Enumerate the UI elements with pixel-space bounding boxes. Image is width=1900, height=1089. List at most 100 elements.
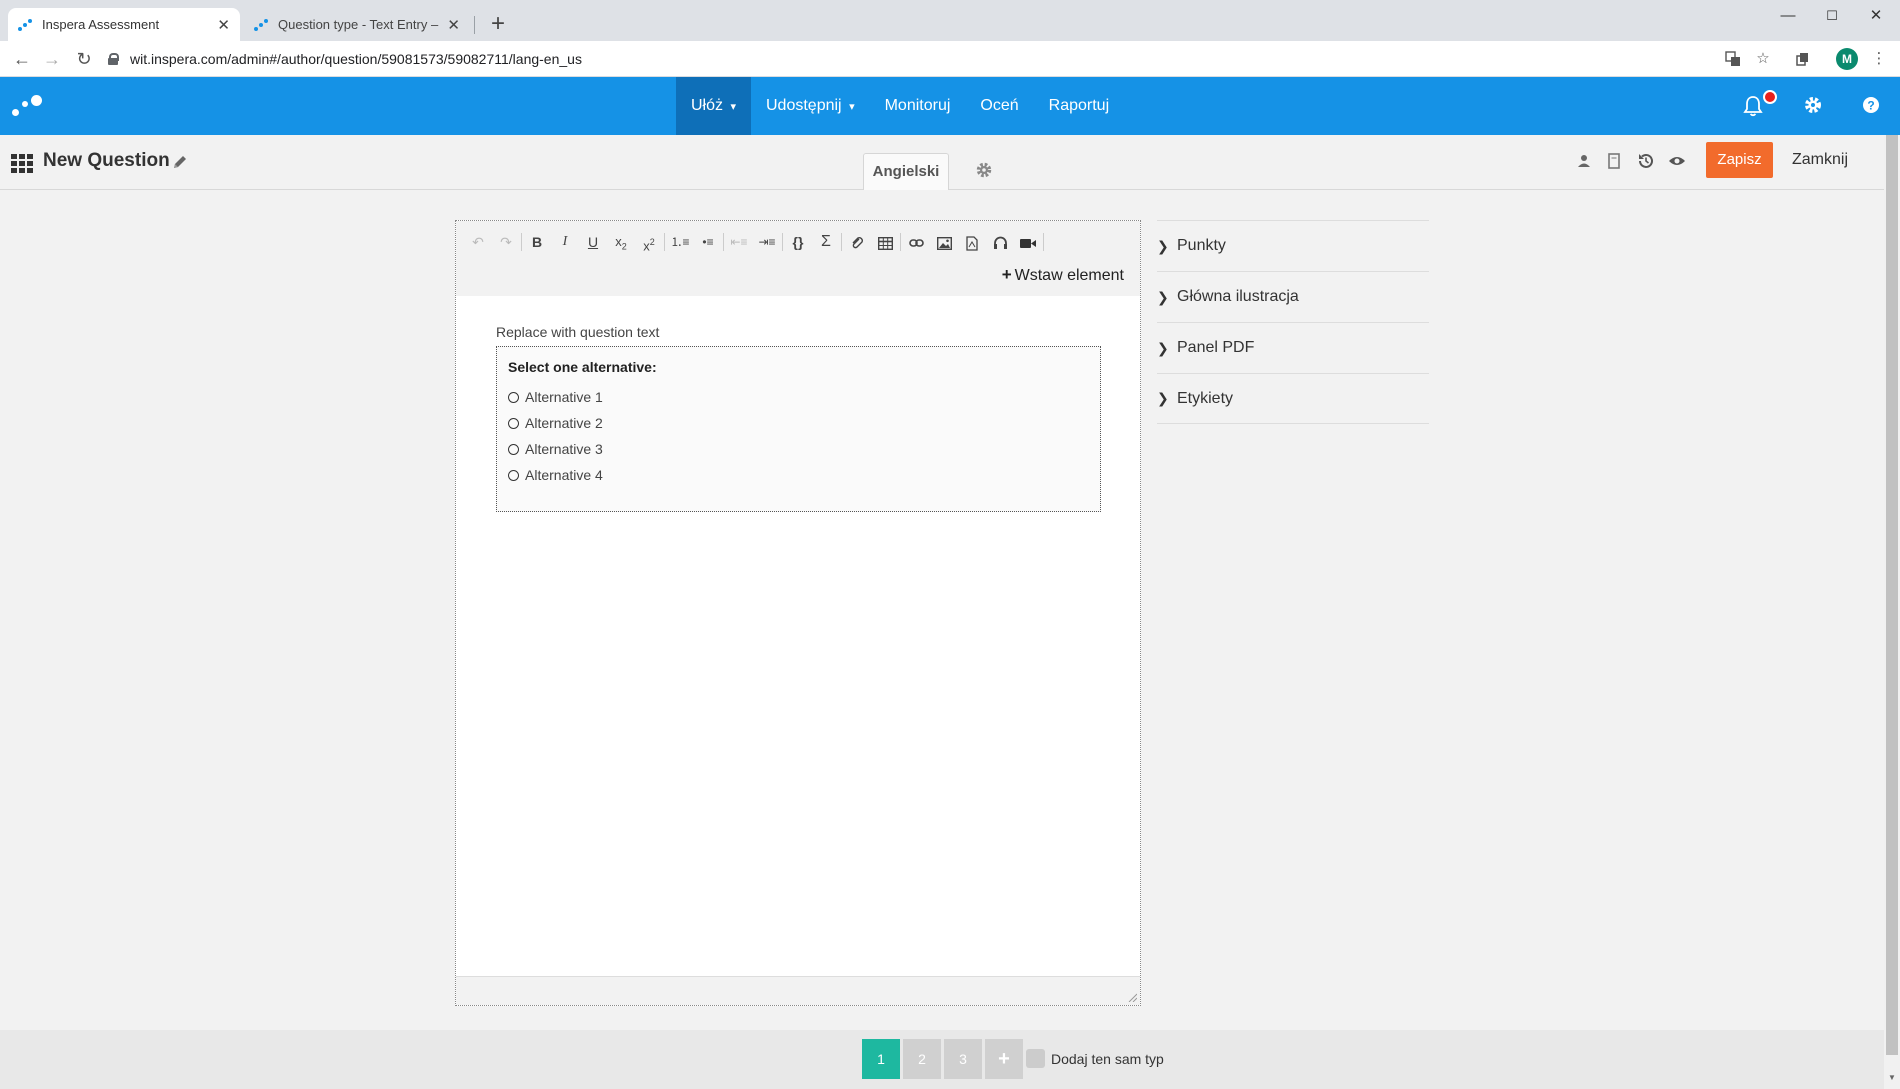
insert-element-label: Wstaw element	[1014, 267, 1124, 284]
inspera-logo[interactable]	[12, 95, 48, 119]
close-tab-icon[interactable]: ✕	[447, 16, 460, 34]
address-bar[interactable]: wit.inspera.com/admin#/author/question/5…	[108, 47, 1708, 71]
subscript-icon[interactable]: x2	[607, 231, 635, 253]
back-arrow-icon[interactable]: ←	[10, 47, 34, 71]
history-icon[interactable]	[1636, 151, 1656, 171]
close-tab-icon[interactable]: ✕	[217, 16, 230, 34]
notification-badge	[1763, 90, 1777, 104]
link-icon[interactable]	[902, 231, 930, 253]
radio-button[interactable]	[508, 443, 519, 455]
nav-item-grade[interactable]: Oceń	[965, 77, 1033, 135]
accordion-main-illustration[interactable]: ❯ Główna ilustracja	[1157, 271, 1429, 322]
insert-element-button[interactable]: + Wstaw element	[1002, 265, 1124, 285]
accordion-pdf-panel[interactable]: ❯ Panel PDF	[1157, 322, 1429, 373]
extensions-icon[interactable]	[1792, 49, 1814, 69]
accordion-points[interactable]: ❯ Punkty	[1157, 220, 1429, 271]
question-header: New Question Angielski Zapisz Zamknij	[0, 135, 1884, 190]
apps-grid-icon[interactable]	[11, 154, 33, 173]
minimize-window-button[interactable]: —	[1768, 4, 1808, 28]
radio-button[interactable]	[508, 417, 519, 429]
nav-item-monitor[interactable]: Monitoruj	[870, 77, 966, 135]
toolbar-separator	[521, 233, 522, 251]
checkbox[interactable]	[1026, 1049, 1045, 1068]
scroll-down-arrow-icon[interactable]: ▼	[1884, 1073, 1900, 1087]
add-same-type-checkbox[interactable]: Dodaj ten sam typ	[1026, 1049, 1164, 1068]
user-icon[interactable]	[1574, 151, 1594, 171]
gear-icon[interactable]	[1801, 95, 1825, 119]
superscript-icon[interactable]: x2	[635, 231, 663, 253]
alternative-option[interactable]: Alternative 3	[508, 441, 603, 457]
audio-headphones-icon[interactable]	[986, 231, 1014, 253]
multiple-choice-element[interactable]: Select one alternative: Alternative 1 Al…	[496, 346, 1101, 512]
chevron-right-icon: ❯	[1157, 390, 1169, 406]
plus-icon: +	[1001, 265, 1012, 284]
edit-pencil-icon[interactable]	[171, 153, 189, 171]
preview-eye-icon[interactable]	[1667, 151, 1687, 171]
alternative-label: Alternative 2	[525, 415, 603, 431]
browser-tab-inspera-assessment[interactable]: Inspera Assessment ✕	[8, 8, 240, 41]
image-icon[interactable]	[930, 231, 958, 253]
editor-content-area[interactable]: Replace with question text Select one al…	[456, 296, 1140, 976]
bell-icon[interactable]	[1741, 95, 1765, 119]
scrollbar-thumb[interactable]	[1886, 135, 1898, 1055]
add-page-button[interactable]: +	[985, 1039, 1023, 1079]
close-window-button[interactable]: ✕	[1856, 4, 1896, 28]
math-sigma-icon[interactable]: Σ	[812, 231, 840, 253]
bold-icon[interactable]: B	[523, 231, 551, 253]
bookmark-star-icon[interactable]: ☆	[1752, 49, 1774, 69]
radio-button[interactable]	[508, 469, 519, 481]
numbered-list-icon[interactable]: ⒈≡	[666, 231, 694, 253]
bullet-list-icon[interactable]: •≡	[694, 231, 722, 253]
alternative-option[interactable]: Alternative 4	[508, 467, 603, 483]
table-icon[interactable]	[871, 231, 899, 253]
alternative-option[interactable]: Alternative 1	[508, 389, 603, 405]
add-same-type-label: Dodaj ten sam typ	[1051, 1050, 1164, 1067]
radio-button[interactable]	[508, 391, 519, 403]
document-icon[interactable]	[1604, 151, 1624, 171]
accordion-label: Punkty	[1177, 237, 1226, 254]
nav-item-report[interactable]: Raportuj	[1034, 77, 1124, 135]
editor-status-bar	[456, 976, 1140, 1005]
forward-arrow-icon[interactable]: →	[40, 47, 64, 71]
page-scrollbar[interactable]: ▼	[1884, 135, 1900, 1089]
url-text: wit.inspera.com/admin#/author/question/5…	[130, 51, 582, 67]
chevron-right-icon: ❯	[1157, 237, 1169, 254]
attachment-icon[interactable]	[843, 231, 871, 253]
reload-icon[interactable]: ↻	[72, 47, 96, 71]
save-button[interactable]: Zapisz	[1706, 142, 1773, 178]
undo-icon[interactable]: ↶	[464, 231, 492, 253]
alternative-option[interactable]: Alternative 2	[508, 415, 603, 431]
profile-avatar[interactable]: M	[1836, 48, 1858, 70]
outdent-icon[interactable]: ⇤≡	[725, 231, 753, 253]
browser-menu-icon[interactable]: ⋮	[1868, 49, 1890, 69]
browser-tab-question-type[interactable]: Question type - Text Entry – Insp ✕	[244, 8, 470, 41]
language-settings-gear-icon[interactable]	[975, 161, 993, 179]
close-button[interactable]: Zamknij	[1778, 142, 1862, 178]
italic-icon[interactable]: I	[551, 231, 579, 253]
nav-item-compose[interactable]: Ułóż ▾	[676, 77, 751, 135]
question-text[interactable]: Replace with question text	[496, 324, 659, 340]
app-header: Ułóż ▾ Udostępnij ▾ Monitoruj Oceń Rapor…	[0, 77, 1900, 135]
nav-item-share[interactable]: Udostępnij ▾	[751, 77, 870, 135]
svg-text:?: ?	[1867, 99, 1874, 113]
page-button-1[interactable]: 1	[862, 1039, 900, 1079]
page-button-3[interactable]: 3	[944, 1039, 982, 1079]
redo-icon[interactable]: ↷	[492, 231, 520, 253]
page-button-2[interactable]: 2	[903, 1039, 941, 1079]
indent-icon[interactable]: ⇥≡	[753, 231, 781, 253]
accordion-labels[interactable]: ❯ Etykiety	[1157, 373, 1429, 424]
translate-icon[interactable]	[1722, 49, 1744, 69]
language-tab-english[interactable]: Angielski	[863, 153, 949, 190]
help-icon[interactable]: ?	[1859, 95, 1883, 119]
new-tab-button[interactable]: +	[484, 10, 512, 38]
underline-icon[interactable]: U	[579, 231, 607, 253]
chevron-down-icon: ▾	[849, 101, 855, 113]
video-camera-icon[interactable]	[1014, 231, 1042, 253]
inspera-favicon	[18, 18, 32, 31]
page-footer: 1 2 3 + Dodaj ten sam typ	[0, 1030, 1884, 1089]
resize-handle-icon[interactable]	[1127, 992, 1137, 1002]
maximize-window-button[interactable]: ☐	[1812, 4, 1852, 28]
toolbar-separator	[723, 233, 724, 251]
pdf-file-icon[interactable]	[958, 231, 986, 253]
code-braces-icon[interactable]: {}	[784, 231, 812, 253]
